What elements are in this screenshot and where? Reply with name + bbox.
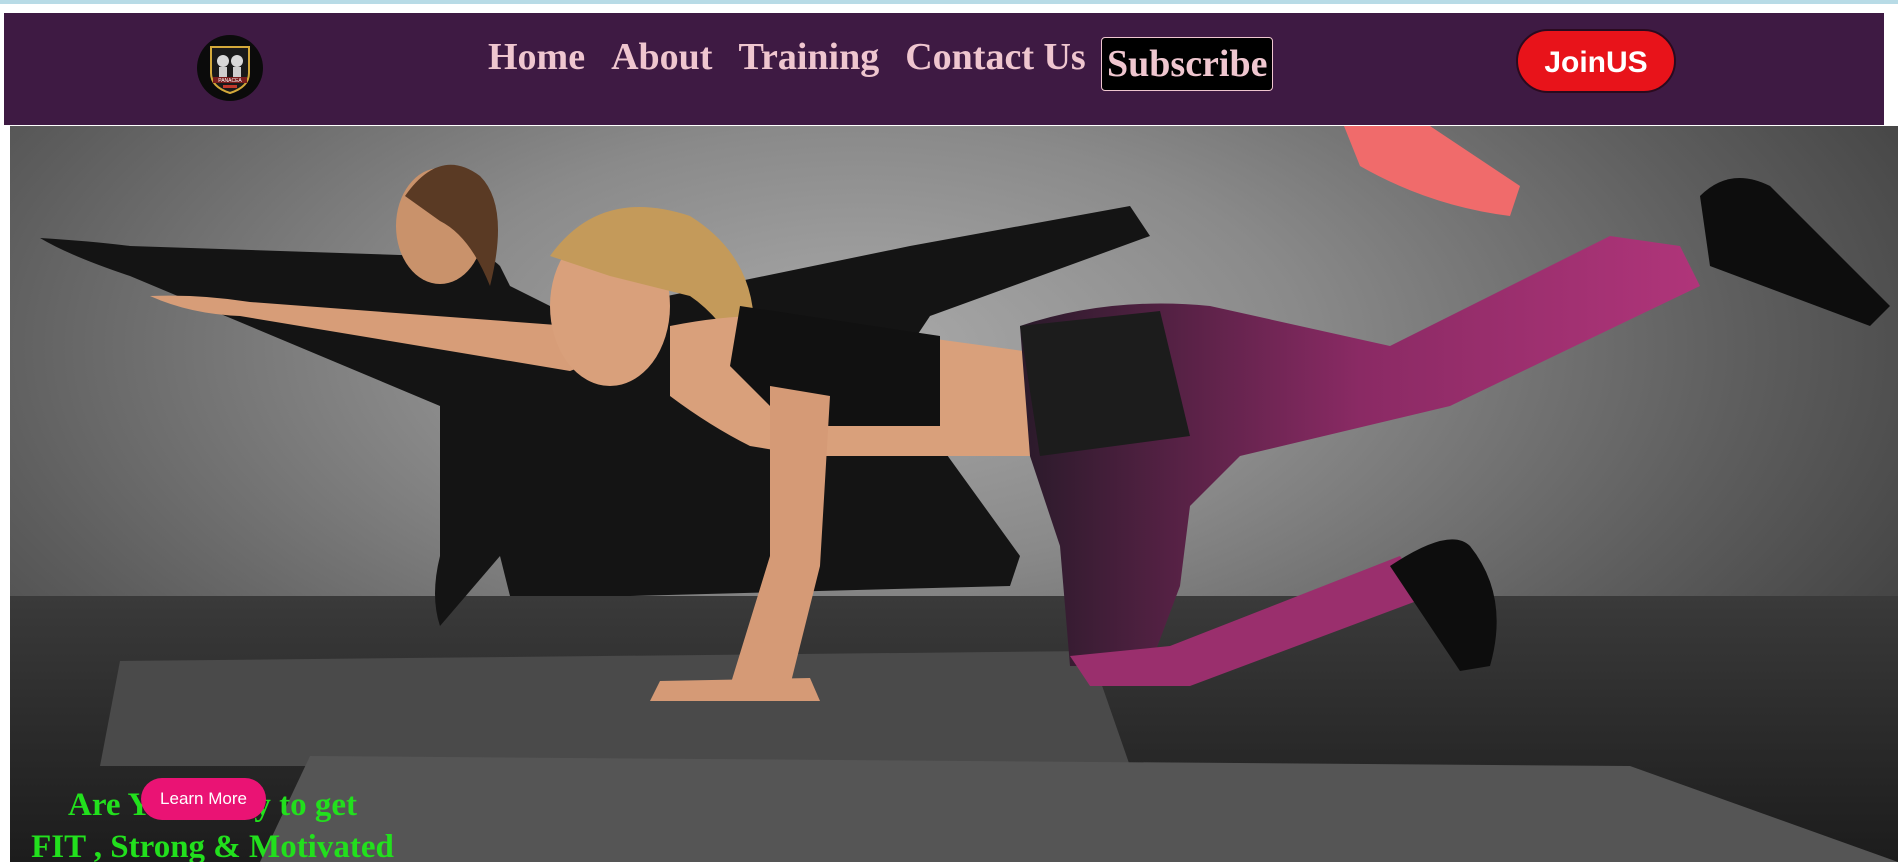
- learn-more-button[interactable]: Learn More: [141, 778, 266, 820]
- subscribe-button[interactable]: Subscribe: [1101, 37, 1274, 91]
- navbar: PANACEA Home About Training Contact Us S…: [4, 13, 1884, 125]
- panacea-gym-crest-icon: PANACEA: [210, 46, 250, 95]
- nav-link-about[interactable]: About: [611, 35, 712, 81]
- nav-link-training[interactable]: Training: [738, 35, 879, 81]
- logo[interactable]: PANACEA: [197, 35, 263, 101]
- hero-section: Are You ready to get FIT , Strong & Moti…: [10, 126, 1898, 862]
- top-border-line: [0, 0, 1898, 4]
- hero-workout-photo: [10, 126, 1898, 862]
- hero-tagline-line2: FIT , Strong & Motivated: [31, 829, 394, 862]
- nav-link-home[interactable]: Home: [488, 35, 585, 81]
- nav-links: Home About Training Contact Us: [488, 35, 1086, 81]
- nav-link-contact-us[interactable]: Contact Us: [905, 35, 1085, 81]
- join-us-button[interactable]: JoinUS: [1516, 29, 1676, 93]
- logo-text: PANACEA: [218, 78, 242, 84]
